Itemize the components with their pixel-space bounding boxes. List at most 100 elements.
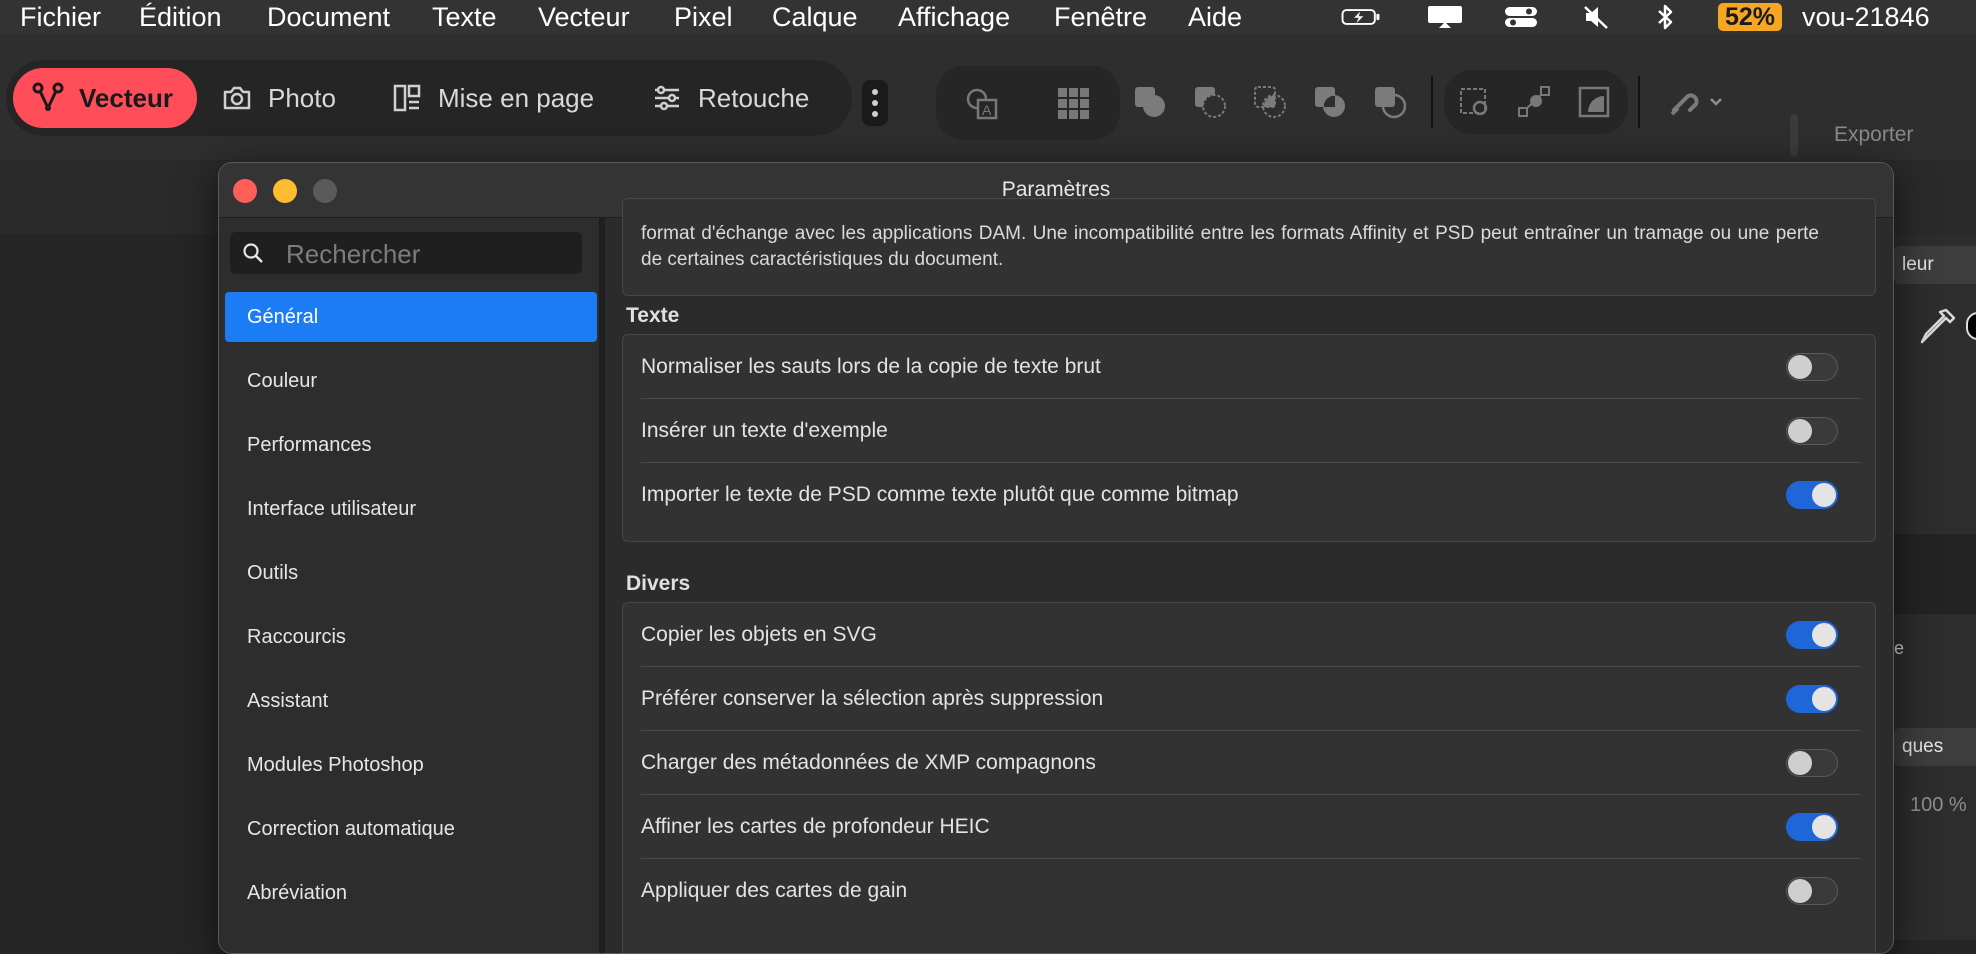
svg-text:A: A [982,102,992,118]
boolean-subtract-icon[interactable] [1190,82,1230,122]
menu-edition[interactable]: Édition [139,0,222,34]
option-toggle[interactable] [1786,481,1838,509]
color-tab-button[interactable]: leur [1894,246,1976,284]
sidebar-item-tools[interactable]: Outils [225,548,597,598]
option-toggle[interactable] [1786,685,1838,713]
camera-icon [220,81,254,115]
persona-vector-label: Vecteur [79,82,173,113]
panel-button[interactable]: ques [1894,728,1976,766]
sidebar-item-user-interface[interactable]: Interface utilisateur [225,484,597,534]
toggle-knob [1812,483,1836,507]
option-label: Préférer conserver la sélection après su… [641,687,1104,710]
control-center-icon[interactable] [1501,4,1541,30]
chevron-down-icon[interactable] [1704,86,1728,118]
sliders-icon [650,81,684,115]
option-label: Copier les objets en SVG [641,623,877,646]
option-label: Insérer un texte d'exemple [641,419,888,442]
sidebar-item-photoshop-plugins[interactable]: Modules Photoshop [225,740,597,790]
sidebar-item-shortcuts[interactable]: Raccourcis [225,612,597,662]
display-icon[interactable] [1425,4,1465,30]
search-field[interactable] [230,232,582,276]
option-label: Importer le texte de PSD comme texte plu… [641,483,1239,506]
option-row: Préférer conserver la sélection après su… [623,667,1875,731]
battery-charging-icon[interactable] [1341,4,1381,30]
toggle-knob [1812,623,1836,647]
sidebar-item-performance[interactable]: Performances [225,420,597,470]
option-row: Charger des métadonnées de XMP compagnon… [623,731,1875,795]
persona-photo-button[interactable]: Photo [220,68,336,128]
sidebar-item-autocorrect[interactable]: Correction automatique [225,804,597,854]
search-input[interactable] [284,232,578,276]
sidebar-item-color[interactable]: Couleur [225,356,597,406]
volume-muted-icon[interactable] [1577,4,1617,30]
option-toggle[interactable] [1786,621,1838,649]
persona-photo-label: Photo [268,82,336,113]
vector-persona-icon [31,81,65,115]
persona-retouch-label: Retouche [698,82,810,113]
menu-pixel[interactable]: Pixel [674,0,733,34]
opacity-value[interactable]: 100 % [1910,794,1967,817]
toggle-knob [1788,751,1812,775]
option-row: Insérer un texte d'exemple [623,399,1875,463]
menu-affichage[interactable]: Affichage [898,0,1010,34]
toolbar-separator [1638,76,1640,128]
menu-document[interactable]: Document [267,0,390,34]
option-toggle[interactable] [1786,813,1838,841]
dot [872,111,878,117]
section-box-texte: Normaliser les sauts lors de la copie de… [622,334,1876,542]
option-label: Charger des métadonnées de XMP compagnon… [641,751,1096,774]
persona-vector-button[interactable]: Vecteur [13,68,197,128]
eyedropper-icon[interactable] [1916,304,1960,348]
toggle-knob [1812,815,1836,839]
battery-percent-badge[interactable]: 52% [1718,3,1783,31]
option-row: Copier les objets en SVG [623,603,1875,667]
sidebar-item-abbreviation[interactable]: Abréviation [225,868,597,918]
transform-origin-icon[interactable] [1454,82,1494,122]
menu-fichier[interactable]: Fichier [20,0,101,34]
boolean-add-icon[interactable] [1130,82,1170,122]
tool-group-text-grid: A [936,66,1120,140]
sidebar-item-assistant[interactable]: Assistant [225,676,597,726]
menu-calque[interactable]: Calque [772,0,858,34]
option-toggle[interactable] [1786,877,1838,905]
grid-icon[interactable] [1054,84,1094,124]
boolean-divide-icon[interactable] [1370,82,1410,122]
bluetooth-icon[interactable] [1646,4,1686,30]
persona-layout-button[interactable]: Mise en page [390,68,594,128]
menu-aide[interactable]: Aide [1188,0,1242,34]
user-name[interactable]: vou-21846 [1802,0,1930,34]
settings-dialog: Paramètres Général Couleur Performances … [218,162,1894,954]
snapping-magnet-icon[interactable] [1664,82,1704,122]
search-icon [242,242,264,264]
toggle-knob [1788,355,1812,379]
export-button[interactable]: Exporter [1780,104,1970,166]
description-text: format d'échange avec les applications D… [641,223,1819,270]
section-title-texte: Texte [626,304,680,327]
menu-texte[interactable]: Texte [432,0,497,34]
more-options-button[interactable] [862,80,888,126]
app-toolbar: Vecteur Photo Mise en page Retouche A Ex… [0,34,1976,160]
menu-fenetre[interactable]: Fenêtre [1054,0,1147,34]
color-swatch[interactable] [1966,312,1976,340]
settings-content: format d'échange avec les applications D… [605,198,1893,953]
dot [872,89,878,95]
option-toggle[interactable] [1786,749,1838,777]
sidebar-item-general[interactable]: Général [225,292,597,342]
crop-shape-icon[interactable] [1574,82,1614,122]
section-title-divers: Divers [626,572,691,595]
settings-sidebar: Général Couleur Performances Interface u… [219,218,599,953]
option-row: Importer le texte de PSD comme texte plu… [623,463,1875,527]
option-toggle[interactable] [1786,353,1838,381]
option-label: Appliquer des cartes de gain [641,879,908,902]
boolean-intersect-icon[interactable] [1250,82,1290,122]
option-toggle[interactable] [1786,417,1838,445]
option-row: Affiner les cartes de profondeur HEIC [623,795,1875,859]
node-align-icon[interactable] [1514,82,1554,122]
toolbar-separator [1431,76,1433,128]
frame-text-icon[interactable]: A [962,84,1002,124]
export-label: Exporter [1834,123,1914,146]
menu-vecteur[interactable]: Vecteur [538,0,630,34]
persona-retouch-button[interactable]: Retouche [650,68,809,128]
menu-bar: Fichier Édition Document Texte Vecteur P… [0,0,1976,34]
boolean-xor-icon[interactable] [1310,82,1350,122]
